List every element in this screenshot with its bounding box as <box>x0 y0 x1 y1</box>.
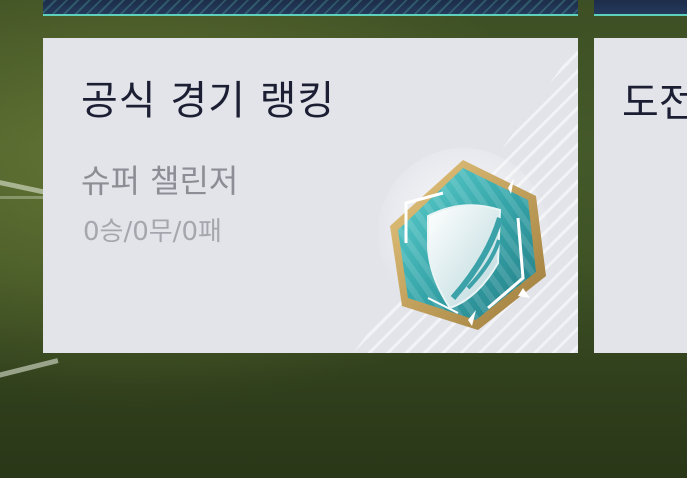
upper-panel-edge-right <box>594 0 687 16</box>
card-title: 도전 <box>622 80 687 126</box>
win-draw-loss-record: 0승/0무/0패 <box>83 217 222 247</box>
official-match-ranking-card[interactable]: 공식 경기 랭킹 슈퍼 챌린저 0승/0무/0패 <box>43 38 578 353</box>
card-title: 공식 경기 랭킹 <box>81 78 336 124</box>
rank-name: 슈퍼 챌린저 <box>81 162 239 200</box>
super-challenger-badge-icon <box>378 148 548 330</box>
game-screen: 공식 경기 랭킹 슈퍼 챌린저 0승/0무/0패 도전 <box>0 0 687 478</box>
pitch-line <box>0 358 59 380</box>
challenge-card[interactable]: 도전 <box>594 38 687 353</box>
upper-panel-edge <box>43 0 578 16</box>
pitch-line <box>0 196 45 199</box>
